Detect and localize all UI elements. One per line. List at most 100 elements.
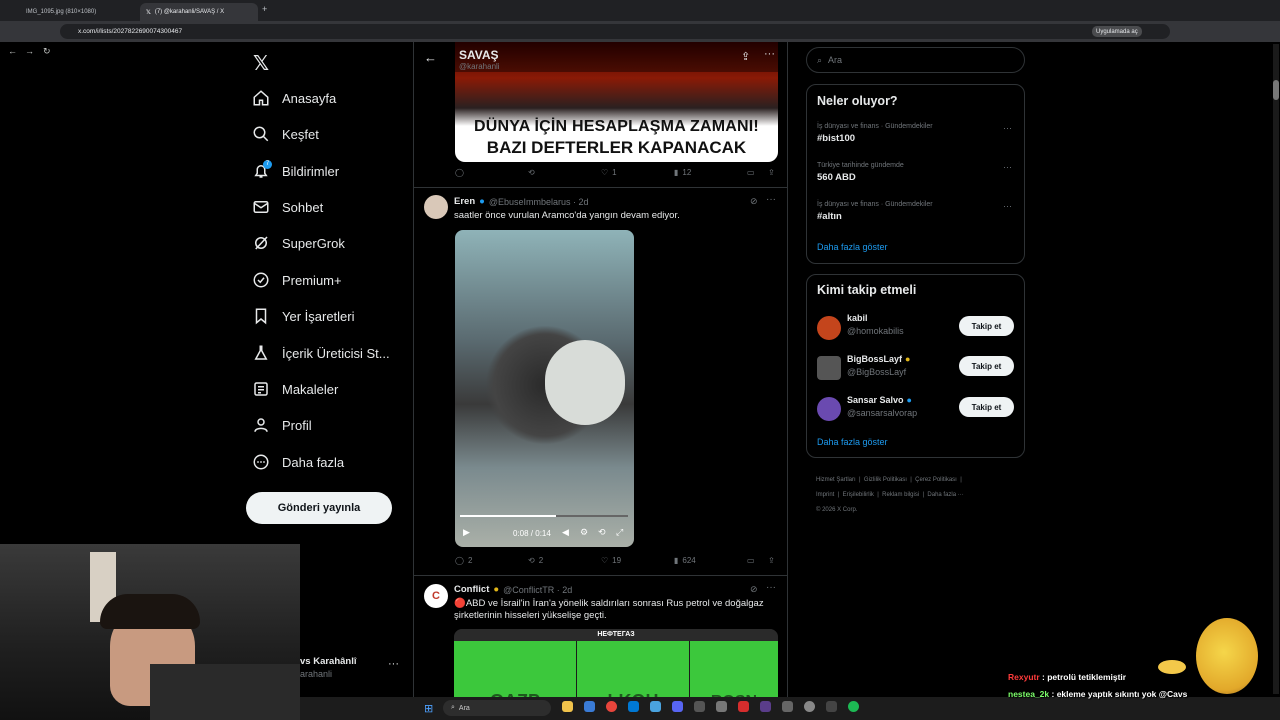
play-icon[interactable]: ▶ <box>463 527 470 538</box>
avatar[interactable] <box>817 316 841 340</box>
app-icon[interactable] <box>716 701 727 712</box>
fullscreen-icon[interactable]: ⤢ <box>616 527 623 538</box>
share-button[interactable]: ⇪ <box>768 556 775 565</box>
url-bar[interactable]: x.com/i/lists/2027822690074300467 <box>60 24 1170 39</box>
windows-start-icon[interactable]: ⊞ <box>424 702 433 715</box>
follow-name[interactable]: kabil <box>847 313 868 323</box>
show-more-link[interactable]: Daha fazla göster <box>817 242 888 252</box>
spotify-icon[interactable] <box>848 701 859 712</box>
nav-item-articles[interactable]: Makaleler <box>252 380 338 398</box>
like-button[interactable]: ♡ 1 <box>601 168 617 177</box>
loop-icon[interactable]: ⟲ <box>598 527 606 538</box>
grok-icon[interactable]: ⊘ <box>750 584 758 595</box>
account-more-icon[interactable]: ··· <box>388 658 399 670</box>
grok-icon[interactable]: ⊘ <box>750 196 758 207</box>
x-logo-icon: 𝕏 <box>146 9 151 16</box>
app-icon[interactable] <box>760 701 771 712</box>
author-name[interactable]: Eren <box>454 196 475 207</box>
follow-name-row[interactable]: Sansar Salvo ● <box>847 395 912 405</box>
footer-link[interactable]: Reklam bilgisi <box>882 492 919 498</box>
footer-link[interactable]: Erişilebilirlik <box>843 492 874 498</box>
footer-link[interactable]: Imprint <box>816 492 834 498</box>
more-icon[interactable]: ··· <box>1003 201 1012 211</box>
views-button[interactable]: ▮ 12 <box>674 168 691 177</box>
discord-icon[interactable] <box>672 701 683 712</box>
app-icon[interactable] <box>782 701 793 712</box>
app-icon[interactable] <box>584 701 595 712</box>
back-arrow-icon[interactable]: ← <box>424 50 437 65</box>
trend-item[interactable]: İş dünyası ve finans · Gündemdekiler #al… <box>817 201 933 222</box>
video-progress-track[interactable] <box>460 515 628 517</box>
nav-item-creator-studio[interactable]: İçerik Üreticisi St... <box>252 344 390 362</box>
app-icon[interactable] <box>694 701 705 712</box>
app-icon[interactable] <box>804 701 815 712</box>
reply-button[interactable]: ◯ 2 <box>455 556 472 565</box>
avatar[interactable] <box>817 356 841 380</box>
volume-icon[interactable]: ◀ <box>562 527 569 538</box>
views-button[interactable]: ▮ 624 <box>674 556 696 565</box>
follow-button[interactable]: Takip et <box>959 397 1014 417</box>
scrollbar-thumb[interactable] <box>1273 80 1279 100</box>
open-in-app-button[interactable]: Uygulamada aç <box>1092 26 1142 37</box>
author-name[interactable]: Conflict <box>454 584 489 595</box>
trends-card: Neler oluyor? İş dünyası ve finans · Gün… <box>806 84 1025 264</box>
nav-item-chat[interactable]: Sohbet <box>252 198 323 216</box>
follow-handle: @homokabilis <box>847 326 904 336</box>
footer-link[interactable]: Hizmet Şartları <box>816 477 856 483</box>
nav-item-more[interactable]: Daha fazla <box>252 453 344 471</box>
file-explorer-icon[interactable] <box>562 701 573 712</box>
search-input[interactable]: ⌕ Ara <box>806 47 1025 73</box>
forward-icon[interactable]: → <box>25 46 34 56</box>
share-icon[interactable]: ⇪ <box>741 50 750 63</box>
nav-item-explore[interactable]: Keşfet <box>252 125 319 143</box>
browser-tab-active[interactable]: 𝕏 (7) @karahanli/SAVAŞ / X <box>140 3 258 21</box>
x-logo[interactable]: 𝕏 <box>253 51 269 76</box>
nav-item-home[interactable]: Anasayfa <box>252 89 336 107</box>
reply-button[interactable]: ◯ <box>455 168 464 177</box>
taskbar-search-label: Ara <box>458 704 470 712</box>
share-button[interactable]: ⇪ <box>768 168 775 177</box>
nav-item-premium[interactable]: Premium+ <box>252 271 342 289</box>
footer-link[interactable]: Daha fazla ··· <box>927 492 963 498</box>
retweet-button[interactable]: ⟲ <box>528 168 535 177</box>
bookmark-button[interactable]: ▭ <box>747 556 755 565</box>
footer-link[interactable]: Çerez Politikası <box>915 477 957 483</box>
app-icon[interactable] <box>650 701 661 712</box>
app-icon[interactable] <box>826 701 837 712</box>
tweet-video[interactable]: ▶ 0:08 / 0:14 ◀ ⚙ ⟲ ⤢ <box>455 230 634 547</box>
more-icon[interactable]: ··· <box>764 48 775 60</box>
browser-tab[interactable]: IMG_1095.jpg (810×1080) <box>20 3 135 21</box>
taskbar-search[interactable]: ⌕ Ara <box>443 700 551 716</box>
trend-item[interactable]: İş dünyası ve finans · Gündemdekiler #bi… <box>817 123 933 144</box>
follow-button[interactable]: Takip et <box>959 316 1014 336</box>
tweet-author-row: Conflict ● @ConflictTR · 2d <box>454 584 572 595</box>
more-icon[interactable]: ··· <box>766 582 776 593</box>
avatar[interactable] <box>817 397 841 421</box>
bookmark-button[interactable]: ▭ <box>747 168 755 177</box>
app-icon[interactable] <box>628 701 639 712</box>
nav-item-profile[interactable]: Profil <box>252 416 312 434</box>
more-icon[interactable]: ··· <box>766 194 776 205</box>
trend-item[interactable]: Türkiye tarihinde gündemde 560 ABD <box>817 162 904 183</box>
show-more-link[interactable]: Daha fazla göster <box>817 437 888 447</box>
account-name: vs Karahânlî <box>300 656 357 667</box>
avatar[interactable]: C <box>424 584 448 608</box>
retweet-button[interactable]: ⟲ 2 <box>528 556 543 565</box>
avatar[interactable] <box>424 195 448 219</box>
settings-icon[interactable]: ⚙ <box>580 527 588 538</box>
chrome-icon[interactable] <box>606 701 617 712</box>
new-tab-button[interactable]: + <box>262 4 267 14</box>
follow-name-row[interactable]: BigBossLayf ● <box>847 354 910 364</box>
scrollbar-track[interactable] <box>1273 44 1279 694</box>
footer-link[interactable]: Gizlilik Politikası <box>864 477 907 483</box>
post-button[interactable]: Gönderi yayınla <box>246 492 392 524</box>
like-button[interactable]: ♡ 19 <box>601 556 621 565</box>
back-icon[interactable]: ← <box>8 46 17 56</box>
more-icon[interactable]: ··· <box>1003 162 1012 172</box>
follow-button[interactable]: Takip et <box>959 356 1014 376</box>
reload-icon[interactable]: ↻ <box>43 46 51 57</box>
more-icon[interactable]: ··· <box>1003 123 1012 133</box>
app-icon[interactable] <box>738 701 749 712</box>
nav-item-supergrok[interactable]: SuperGrok <box>252 234 345 252</box>
nav-item-bookmarks[interactable]: Yer İşaretleri <box>252 307 355 325</box>
